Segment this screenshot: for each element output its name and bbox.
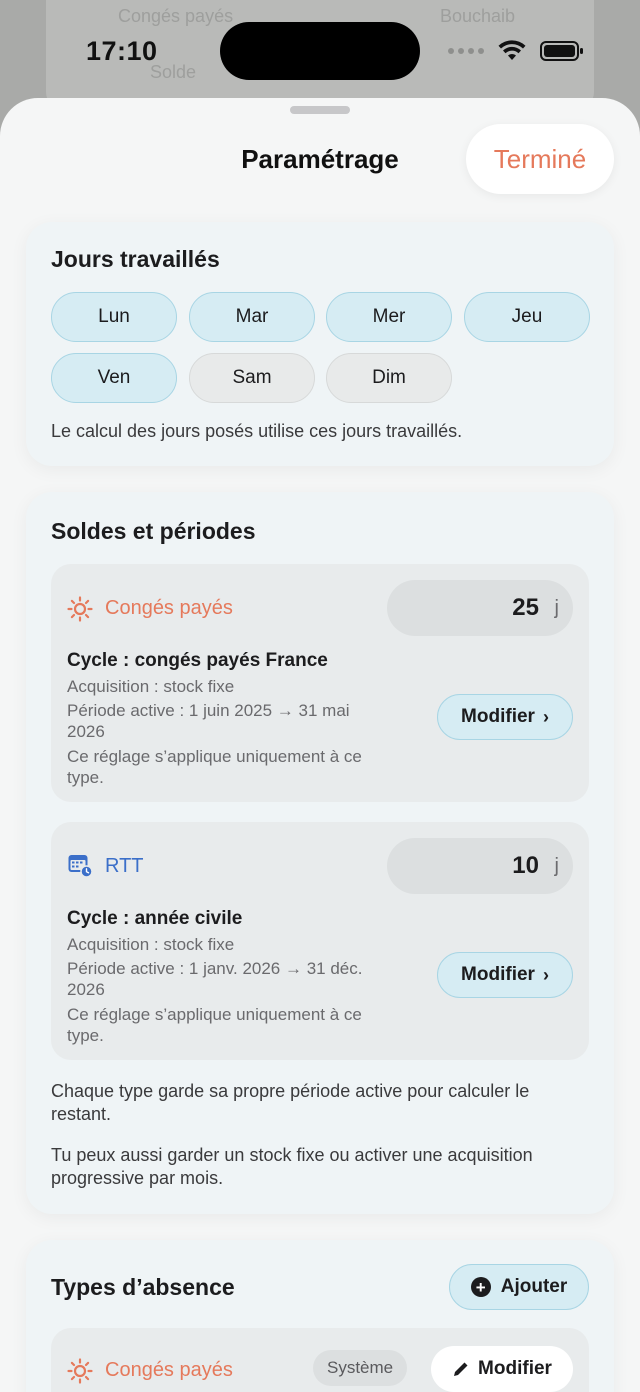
day-chip-mer[interactable]: Mer: [326, 292, 452, 342]
cellular-dots-icon: [448, 48, 484, 54]
balance-type-name: Congés payés: [105, 597, 233, 619]
workdays-title: Jours travaillés: [51, 246, 220, 272]
absence-types-title: Types d’absence: [51, 1274, 235, 1300]
day-chip-dim[interactable]: Dim: [326, 353, 452, 403]
cycle-title: Cycle : congés payés France: [67, 650, 328, 671]
status-time: 17:10: [86, 36, 158, 66]
absence-type-name: Congés payés: [105, 1359, 233, 1381]
modify-label: Modifier: [461, 964, 535, 985]
cycle-title: Cycle : année civile: [67, 908, 243, 929]
modify-button[interactable]: Modifier ›: [437, 694, 573, 740]
day-chip-sam[interactable]: Sam: [189, 353, 315, 403]
modify-label: Modifier: [478, 1358, 552, 1379]
balance-value: 10: [512, 852, 539, 879]
balance-value-pill[interactable]: 25 j: [387, 580, 573, 636]
cycle-scope: Ce réglage s’applique uniquement à ce ty…: [67, 1005, 362, 1045]
modify-absence-type-button[interactable]: Modifier: [431, 1346, 573, 1392]
day-chip-mar[interactable]: Mar: [189, 292, 315, 342]
plus-circle-icon: +: [470, 1277, 491, 1297]
status-icons: [448, 40, 584, 62]
sheet-grabber[interactable]: [290, 106, 350, 114]
chevron-right-icon: ›: [542, 964, 549, 985]
cycle-period: Période active : 1 juin 2025 → 31 mai 20…: [67, 701, 350, 741]
balance-item-conges-payes: Congés payés 25 j Cycle : congés payés F…: [51, 564, 589, 802]
battery-icon: [540, 41, 583, 61]
workdays-note: Le calcul des jours posés utilise ces jo…: [51, 421, 463, 441]
cycle-period: Période active : 1 janv. 2026 → 31 déc. …: [67, 959, 363, 999]
balances-note-acquisition: Tu peux aussi garder un stock fixe ou ac…: [51, 1145, 533, 1188]
chevron-right-icon: ›: [542, 706, 549, 727]
cycle-acquisition: Acquisition : stock fixe: [67, 935, 235, 954]
absence-type-item: Congés payés Système Modifier: [51, 1328, 589, 1392]
day-chip-ven[interactable]: Ven: [51, 353, 177, 403]
balances-card: Soldes et périodes Congés payés 25 j Cyc…: [26, 492, 614, 1214]
settings-sheet: Paramétrage Terminé Jours travaillés Lun…: [0, 98, 640, 1392]
balance-type-name: RTT: [105, 855, 144, 877]
balance-item-rtt: RTT 10 j Cycle : année civile Acquisitio…: [51, 822, 589, 1060]
add-label: Ajouter: [500, 1276, 568, 1297]
day-chip-lun[interactable]: Lun: [51, 292, 177, 342]
calendar-badge-icon: [68, 855, 93, 878]
balances-note-period: Chaque type garde sa propre période acti…: [51, 1081, 530, 1124]
balance-unit: j: [554, 855, 559, 877]
balance-value: 25: [512, 594, 539, 621]
modify-button[interactable]: Modifier ›: [437, 952, 573, 998]
balance-value-pill[interactable]: 10 j: [387, 838, 573, 894]
balance-unit: j: [554, 597, 559, 619]
sun-icon: [67, 1358, 93, 1384]
cycle-scope: Ce réglage s’applique uniquement à ce ty…: [67, 747, 362, 787]
dynamic-island: [220, 22, 420, 80]
workdays-card: Jours travaillés Lun Mar Mer Jeu Ven Sam Dim L…: [26, 222, 614, 466]
status-bar: 17:10: [0, 0, 640, 104]
cycle-acquisition: Acquisition : stock fixe: [67, 677, 235, 696]
add-absence-type-button[interactable]: + Ajouter: [449, 1264, 589, 1310]
modify-label: Modifier: [461, 706, 535, 727]
absence-types-card: Types d’absence + Ajouter Congés payés S…: [26, 1240, 614, 1392]
day-chip-jeu[interactable]: Jeu: [464, 292, 590, 342]
system-badge: Système: [313, 1350, 408, 1386]
done-button[interactable]: Terminé: [466, 124, 614, 194]
balances-title: Soldes et périodes: [51, 518, 256, 544]
sun-icon: [67, 596, 93, 622]
wifi-icon: [498, 40, 526, 60]
pencil-icon: [454, 1362, 468, 1376]
